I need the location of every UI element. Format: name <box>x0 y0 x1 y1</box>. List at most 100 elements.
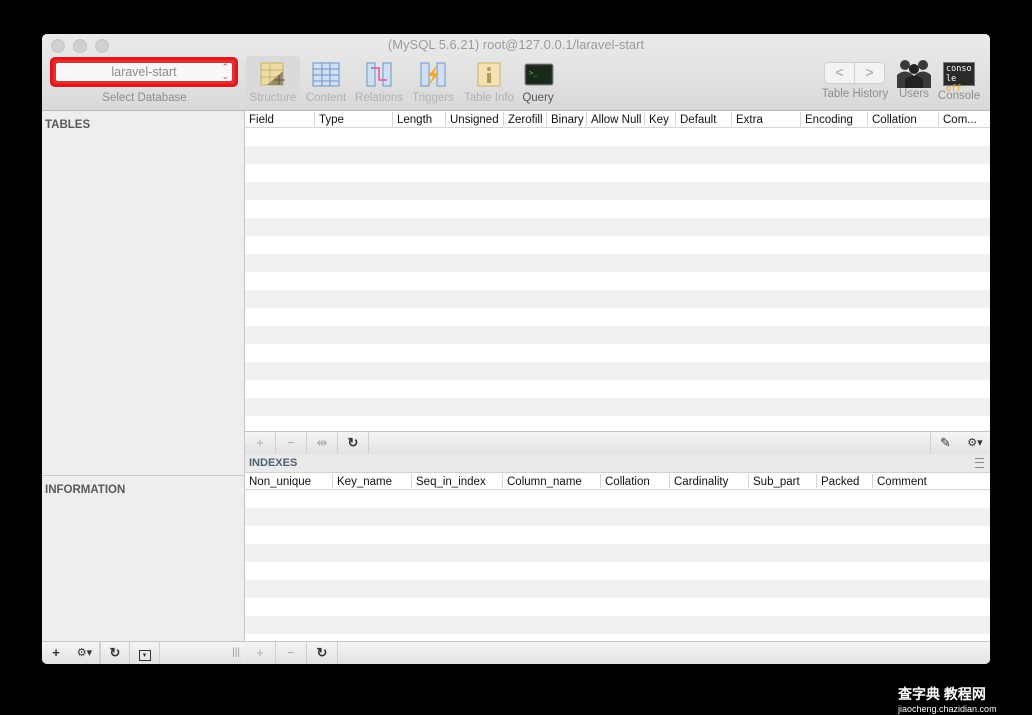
structure-table-body[interactable] <box>245 128 990 434</box>
edit-table-button[interactable]: ✎ <box>930 432 960 454</box>
empty-table-row <box>245 182 990 200</box>
tab-query[interactable]: >_ Query <box>518 56 558 108</box>
empty-table-row <box>245 380 990 398</box>
empty-table-row <box>245 526 990 544</box>
structure-icon <box>259 62 287 88</box>
empty-table-row <box>245 544 990 562</box>
empty-table-row <box>245 128 990 146</box>
empty-table-row <box>245 200 990 218</box>
structure-column-header[interactable]: Default <box>676 112 732 126</box>
content-icon <box>312 62 340 88</box>
structure-bottom-bar: + − ⇹ ↻ ✎ ⚙▾ <box>245 431 990 455</box>
tables-list[interactable] <box>42 133 244 473</box>
structure-column-header[interactable]: Field <box>245 112 315 126</box>
console-label: Console <box>937 90 981 102</box>
empty-table-row <box>245 146 990 164</box>
structure-column-header[interactable]: Key <box>645 112 676 126</box>
indexes-column-header[interactable]: Column_name <box>503 474 601 488</box>
indexes-column-header[interactable]: Comment <box>873 474 990 488</box>
history-back-button[interactable]: < <box>824 62 855 84</box>
users-icon <box>894 58 934 88</box>
add-index-button[interactable]: + <box>245 642 276 664</box>
remove-index-button[interactable]: − <box>276 642 307 664</box>
structure-column-header[interactable]: Collation <box>868 112 939 126</box>
add-field-button[interactable]: + <box>245 432 276 454</box>
tab-table-info[interactable]: Table Info <box>460 56 518 108</box>
empty-table-row <box>245 272 990 290</box>
refresh-tables-button[interactable]: ↻ <box>100 642 130 664</box>
tab-structure-label: Structure <box>249 92 297 104</box>
indexes-header: INDEXES <box>245 454 990 473</box>
structure-column-header[interactable]: Binary <box>547 112 587 126</box>
structure-column-header[interactable]: Type <box>315 112 393 126</box>
indexes-table-body[interactable] <box>245 490 990 634</box>
tab-content-label: Content <box>305 92 347 104</box>
refresh-indexes-button[interactable]: ↻ <box>307 642 338 664</box>
database-selector[interactable]: laravel-start ⌃ ⌄ <box>56 63 232 81</box>
updown-chevron-icon: ⌃ ⌄ <box>221 62 229 81</box>
tab-table-info-label: Table Info <box>464 92 514 104</box>
empty-table-row <box>245 598 990 616</box>
indexes-table-header: Non_unique Key_name Seq_in_index Column_nam… <box>245 473 990 490</box>
structure-column-header[interactable]: Unsigned <box>446 112 504 126</box>
indexes-column-header[interactable]: Seq_in_index <box>412 474 503 488</box>
indexes-column-header[interactable]: Collation <box>601 474 670 488</box>
structure-column-header[interactable]: Com... <box>939 112 990 126</box>
table-info-icon <box>475 62 503 88</box>
select-database-label: Select Database <box>102 92 187 104</box>
filter-tables-button[interactable]: ▾ <box>130 642 160 664</box>
tab-structure[interactable]: Structure <box>246 56 300 108</box>
tables-section-title: TABLES <box>45 119 91 131</box>
tab-content[interactable]: Content <box>300 56 352 108</box>
users-label: Users <box>898 88 930 100</box>
sidebar-divider[interactable] <box>42 475 244 476</box>
tab-relations-label: Relations <box>355 92 403 104</box>
empty-table-row <box>245 344 990 362</box>
empty-table-row <box>245 164 990 182</box>
filter-dropdown-icon: ▾ <box>138 650 151 661</box>
structure-gear-button[interactable]: ⚙▾ <box>960 432 990 454</box>
empty-table-row <box>245 580 990 598</box>
sidebar-resize-handle[interactable]: ||| <box>160 642 244 664</box>
tab-query-label: Query <box>522 92 554 104</box>
tab-triggers[interactable]: Triggers <box>406 56 460 108</box>
tab-relations[interactable]: Relations <box>352 56 406 108</box>
structure-column-header[interactable]: Zerofill <box>504 112 547 126</box>
refresh-structure-button[interactable]: ↻ <box>338 432 369 454</box>
app-window: (MySQL 5.6.21) root@127.0.0.1/laravel-st… <box>42 34 990 664</box>
empty-table-row <box>245 616 990 634</box>
indexes-menu-icon[interactable] <box>975 458 984 468</box>
history-forward-button[interactable]: > <box>855 62 885 84</box>
users-button[interactable]: Users <box>894 56 934 100</box>
database-selector-highlight: laravel-start ⌃ ⌄ <box>50 57 238 87</box>
structure-column-header[interactable]: Encoding <box>801 112 868 126</box>
console-button[interactable]: conso le off Console <box>936 56 982 102</box>
duplicate-field-button[interactable]: ⇹ <box>307 432 338 454</box>
empty-table-row <box>245 508 990 526</box>
database-selector-value: laravel-start <box>111 65 177 79</box>
indexes-column-header[interactable]: Packed <box>817 474 873 488</box>
structure-view: Field Type Length Unsigned Zerofill Binary All… <box>245 111 990 664</box>
indexes-column-header[interactable]: Non_unique <box>245 474 333 488</box>
tab-triggers-label: Triggers <box>412 92 454 104</box>
sidebar-bottom-bar: + ⚙▾ ↻ ▾ ||| <box>42 641 244 664</box>
structure-column-header[interactable]: Extra <box>732 112 801 126</box>
information-section-title: INFORMATION <box>45 484 126 496</box>
window-title: (MySQL 5.6.21) root@127.0.0.1/laravel-st… <box>387 37 645 52</box>
structure-column-header[interactable]: Length <box>393 112 446 126</box>
indexes-column-header[interactable]: Key_name <box>333 474 412 488</box>
remove-field-button[interactable]: − <box>276 432 307 454</box>
add-table-button[interactable]: + <box>42 642 70 664</box>
structure-column-header[interactable]: Allow Null <box>587 112 645 126</box>
empty-table-row <box>245 254 990 272</box>
indexes-title: INDEXES <box>249 457 298 469</box>
empty-table-row <box>245 290 990 308</box>
indexes-column-header[interactable]: Cardinality <box>670 474 749 488</box>
sidebar: TABLES INFORMATION <box>42 111 245 642</box>
empty-table-row <box>245 398 990 416</box>
empty-table-row <box>245 562 990 580</box>
indexes-column-header[interactable]: Sub_part <box>749 474 817 488</box>
table-actions-gear-button[interactable]: ⚙▾ <box>70 642 100 664</box>
indexes-bottom-bar: + − ↻ <box>245 641 990 664</box>
empty-table-row <box>245 308 990 326</box>
